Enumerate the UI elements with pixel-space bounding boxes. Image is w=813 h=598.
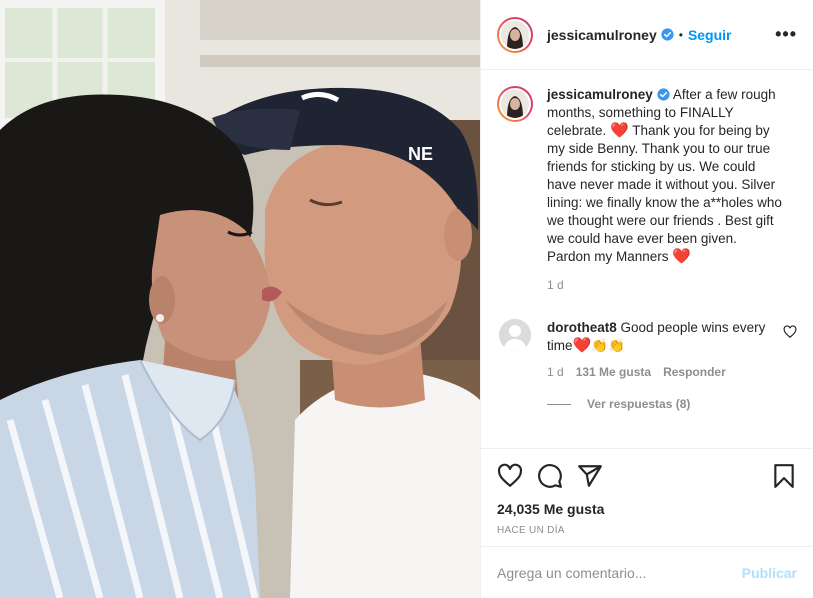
bookmark-icon[interactable] (771, 463, 797, 489)
caption-avatar-image (501, 90, 529, 118)
add-comment-bar: Publicar (481, 546, 813, 598)
caption-verified-badge-icon (657, 88, 670, 101)
post-image: NE (0, 0, 480, 598)
comment-likes[interactable]: 131 Me gusta (576, 365, 651, 379)
heart-icon[interactable] (497, 463, 523, 489)
commenter-username[interactable]: dorotheat8 (547, 320, 617, 335)
post-photo[interactable]: NE (0, 0, 480, 598)
comment-icon[interactable] (537, 463, 563, 489)
comment-like-heart-icon[interactable] (783, 325, 797, 339)
separator-dot: • (678, 27, 683, 42)
caption-text: jessicamulroney After a few rough months… (547, 86, 784, 266)
view-replies-label: Ver respuestas (8) (587, 397, 691, 411)
comment-time: 1 d (547, 365, 564, 379)
likes-count[interactable]: 24,035 Me gusta (497, 501, 797, 517)
view-replies-button[interactable]: Ver respuestas (8) (547, 397, 797, 411)
comment-meta: 1 d 131 Me gusta Responder (547, 365, 797, 379)
post-side-panel: jessicamulroney • Seguir ••• jessicamulr… (480, 0, 813, 598)
red-heart-emoji-icon: ❤️ (610, 122, 629, 139)
author-username[interactable]: jessicamulroney (547, 27, 657, 43)
comments-section: jessicamulroney After a few rough months… (481, 86, 813, 411)
action-bar: 24,035 Me gusta HACE UN DÍA (481, 448, 813, 536)
caption-text-part-2: Thank you for being by my side Benny. Th… (547, 123, 782, 264)
follow-button[interactable]: Seguir (688, 27, 732, 43)
post-header: jessicamulroney • Seguir ••• (481, 0, 813, 70)
replies-divider-line (547, 403, 571, 405)
red-heart-emoji-icon: ❤️ (672, 248, 692, 265)
red-heart-emoji-icon: ❤️ (572, 337, 592, 354)
reply-button[interactable]: Responder (663, 365, 726, 379)
add-comment-input[interactable] (497, 564, 742, 581)
more-options-icon[interactable]: ••• (775, 24, 797, 45)
publish-button[interactable]: Publicar (742, 565, 797, 581)
author-avatar[interactable] (497, 16, 533, 53)
caption-username[interactable]: jessicamulroney (547, 87, 653, 102)
share-icon[interactable] (577, 463, 603, 489)
caption-time: 1 d (547, 278, 564, 292)
posted-time: HACE UN DÍA (497, 525, 565, 536)
default-avatar-icon (499, 319, 531, 351)
commenter-avatar[interactable] (499, 319, 531, 351)
author-avatar-image (501, 20, 529, 49)
svg-text:NE: NE (408, 144, 433, 164)
instagram-post: NE jessicamulroney • Seguir ••• jessicam… (0, 0, 813, 598)
caption-avatar[interactable] (497, 86, 533, 122)
action-icons (497, 463, 797, 489)
caption-row: jessicamulroney After a few rough months… (497, 86, 797, 266)
clapping-hands-emoji-icon: 👏👏 (591, 338, 625, 353)
comment-item: dorotheat8 Good people wins every time❤️… (497, 319, 797, 355)
verified-badge-icon (661, 28, 674, 41)
comment-text: dorotheat8 Good people wins every time❤️… (547, 319, 767, 355)
